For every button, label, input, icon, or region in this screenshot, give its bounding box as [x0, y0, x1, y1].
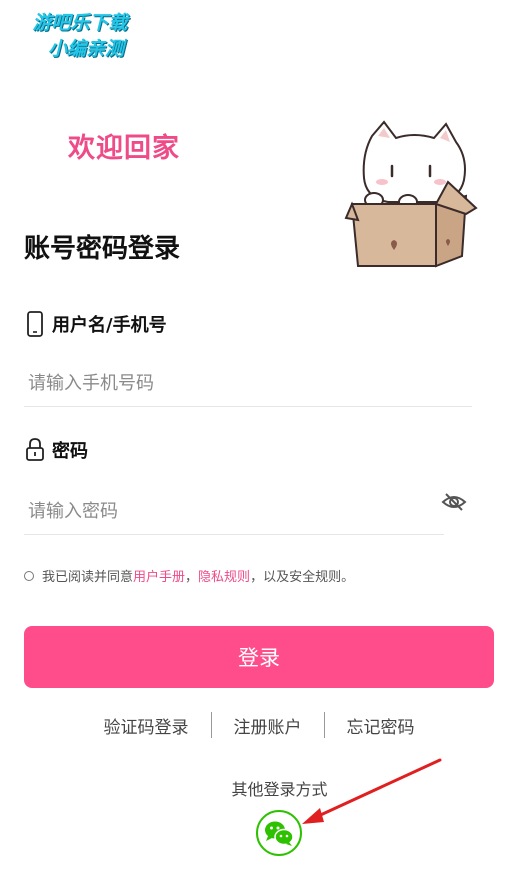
user-manual-link[interactable]: 用户手册	[133, 566, 185, 585]
password-input[interactable]	[24, 488, 444, 535]
watermark-line2: 小编亲测	[47, 38, 124, 60]
agreement-radio[interactable]	[24, 570, 34, 581]
welcome-text: 欢迎回家	[68, 133, 180, 164]
username-label-text: 用户名/手机号	[52, 315, 167, 336]
agreement-row: 我已阅读并同意 用户手册 ， 隐私规则 ，以及安全规则。	[24, 566, 354, 585]
agreement-suffix: ，以及安全规则。	[250, 570, 355, 585]
cat-in-box-illustration	[344, 120, 478, 268]
lock-icon	[26, 438, 44, 461]
privacy-rules-link[interactable]: 隐私规则	[198, 566, 250, 585]
register-link[interactable]: 注册账户	[234, 713, 302, 738]
eye-hidden-icon[interactable]	[440, 488, 468, 516]
username-label: 用户名/手机号	[24, 310, 167, 338]
watermark-logo: 游吧乐下载 小编亲测	[14, 10, 146, 62]
password-label: 密码	[24, 436, 88, 464]
divider	[210, 712, 212, 738]
page-title: 账号密码登录	[24, 234, 181, 264]
annotation-arrow	[302, 758, 442, 824]
phone-icon	[27, 311, 43, 337]
divider	[323, 712, 325, 738]
password-label-text: 密码	[52, 441, 88, 462]
watermark-line1: 游吧乐下载	[32, 12, 128, 34]
forgot-password-link[interactable]: 忘记密码	[347, 713, 415, 738]
sms-login-link[interactable]: 验证码登录	[104, 713, 189, 738]
agreement-prefix: 我已阅读并同意	[42, 570, 134, 585]
username-input[interactable]	[24, 360, 472, 407]
agreement-separator: ，	[185, 570, 199, 585]
login-button[interactable]: 登录	[24, 626, 494, 688]
secondary-links: 验证码登录 注册账户 忘记密码	[72, 710, 446, 740]
